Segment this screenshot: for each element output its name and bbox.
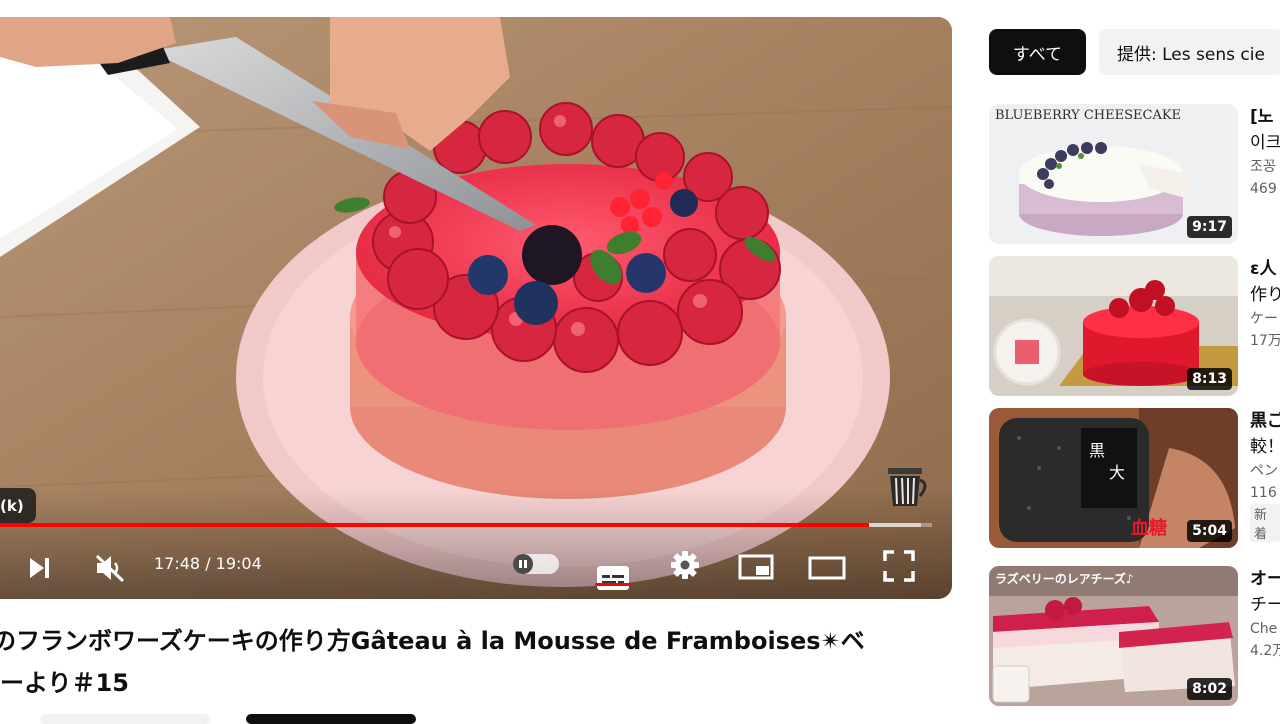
controls-shade bbox=[0, 489, 952, 599]
thumbnail-caption: ラズベリーのレアチーズ♪ bbox=[995, 572, 1134, 586]
recommendation-item[interactable]: BLUEBERRY CHEESECAKE 9:17 [노 이크 조꽁 469 bbox=[989, 104, 1280, 244]
recommendation-item[interactable]: 黒 大 血糖 5:04 黒ご 較！ ペン 116 新着 bbox=[989, 408, 1280, 548]
theater-mode-button[interactable] bbox=[808, 554, 846, 582]
svg-text:大: 大 bbox=[1109, 463, 1125, 482]
recommendation-views: 116 bbox=[1250, 485, 1277, 501]
svg-text:黒: 黒 bbox=[1089, 441, 1105, 460]
recommendation-views: 17万 bbox=[1250, 333, 1280, 349]
video-title: のフランボワーズケーキの作り方Gâteau à la Mousse de Fra… bbox=[0, 620, 952, 704]
video-duration: 8:13 bbox=[1187, 368, 1232, 390]
recommendation-info[interactable]: オー チー Che 4.2万 bbox=[1250, 566, 1280, 662]
chip-all[interactable]: すべて bbox=[989, 29, 1086, 75]
recommendation-title-line-1: 黒ご bbox=[1250, 411, 1280, 431]
chip-label: すべて bbox=[1012, 44, 1063, 65]
next-track-icon bbox=[30, 558, 49, 578]
video-title-line-2: ーより＃15 bbox=[0, 669, 129, 697]
fullscreen-button[interactable] bbox=[881, 548, 917, 584]
subtitles-button[interactable] bbox=[594, 563, 632, 593]
subtitles-icon bbox=[597, 566, 629, 590]
action-pill[interactable] bbox=[40, 714, 210, 724]
recommendation-views: 4.2万 bbox=[1250, 643, 1280, 659]
thumbnail-caption: BLUEBERRY CHEESECAKE bbox=[995, 108, 1182, 123]
recommendation-views: 469 bbox=[1250, 181, 1277, 197]
muted-speaker-icon bbox=[95, 554, 125, 583]
miniplayer-icon bbox=[738, 554, 774, 580]
recommendation-item[interactable]: ラズベリーのレアチーズ♪ 8:02 オー チー Che 4.2万 bbox=[989, 566, 1280, 706]
recommendation-info[interactable]: 黒ご 較！ ペン 116 新着 bbox=[1250, 408, 1280, 542]
fullscreen-icon bbox=[883, 550, 915, 582]
played-bar bbox=[0, 523, 869, 527]
recommendation-info[interactable]: ε人 作り ケー 17万 bbox=[1250, 256, 1280, 352]
recommendation-info[interactable]: [노 이크 조꽁 469 bbox=[1250, 104, 1280, 200]
recommendation-channel: ペン bbox=[1250, 463, 1278, 479]
recommendation-title-line-2: チー bbox=[1250, 595, 1280, 615]
video-duration: 8:02 bbox=[1187, 678, 1232, 700]
chapter-text: (k) bbox=[0, 496, 24, 515]
thumbnail-caption: 血糖 bbox=[1131, 518, 1167, 539]
chip-provider[interactable]: 提供: Les sens cie bbox=[1099, 29, 1280, 75]
progress-bar[interactable] bbox=[0, 523, 932, 527]
recommendation-title-line-1: オー bbox=[1250, 569, 1280, 589]
settings-button[interactable] bbox=[668, 548, 702, 582]
new-badge: 新着 bbox=[1250, 504, 1280, 542]
miniplayer-button[interactable] bbox=[738, 552, 774, 582]
autoplay-toggle-icon bbox=[513, 554, 533, 574]
autoplay-toggle[interactable] bbox=[513, 554, 559, 574]
chapter-label[interactable]: (k) bbox=[0, 488, 36, 523]
recommendation-title-line-1: ε人 bbox=[1250, 259, 1277, 279]
recommendation-thumbnail[interactable]: 黒 大 血糖 5:04 bbox=[989, 408, 1238, 548]
mute-button[interactable] bbox=[93, 551, 127, 585]
theater-mode-icon bbox=[808, 556, 846, 580]
recommendation-channel: Che bbox=[1250, 621, 1278, 637]
recommendation-channel: ケー bbox=[1250, 311, 1278, 327]
next-button[interactable] bbox=[24, 553, 54, 583]
recommendation-thumbnail[interactable]: 8:13 bbox=[989, 256, 1238, 396]
recommendation-title-line-2: 이크 bbox=[1250, 133, 1280, 153]
channel-watermark-icon bbox=[882, 454, 932, 518]
recommendation-title-line-2: 較！ bbox=[1250, 437, 1280, 457]
recommendation-title-line-2: 作り bbox=[1250, 285, 1280, 305]
recommendation-channel: 조꽁 bbox=[1250, 159, 1276, 175]
time-display: 17:48 / 19:04 bbox=[154, 554, 262, 573]
video-title-line-1: のフランボワーズケーキの作り方Gâteau à la Mousse de Fra… bbox=[0, 627, 865, 655]
recommendation-item[interactable]: 8:13 ε人 作り ケー 17万 bbox=[989, 256, 1280, 396]
subscribe-pill[interactable] bbox=[246, 714, 416, 724]
chip-label: 提供: Les sens cie bbox=[1117, 44, 1265, 65]
recommendation-thumbnail[interactable]: ラズベリーのレアチーズ♪ 8:02 bbox=[989, 566, 1238, 706]
subtitles-active-indicator bbox=[595, 583, 631, 586]
video-duration: 5:04 bbox=[1187, 520, 1232, 542]
gear-icon bbox=[671, 551, 699, 579]
recommendation-thumbnail[interactable]: BLUEBERRY CHEESECAKE 9:17 bbox=[989, 104, 1238, 244]
video-duration: 9:17 bbox=[1187, 216, 1232, 238]
video-player[interactable]: (k) 17:48 / 19:04 bbox=[0, 17, 952, 599]
recommendation-title-line-1: [노 bbox=[1250, 107, 1274, 127]
